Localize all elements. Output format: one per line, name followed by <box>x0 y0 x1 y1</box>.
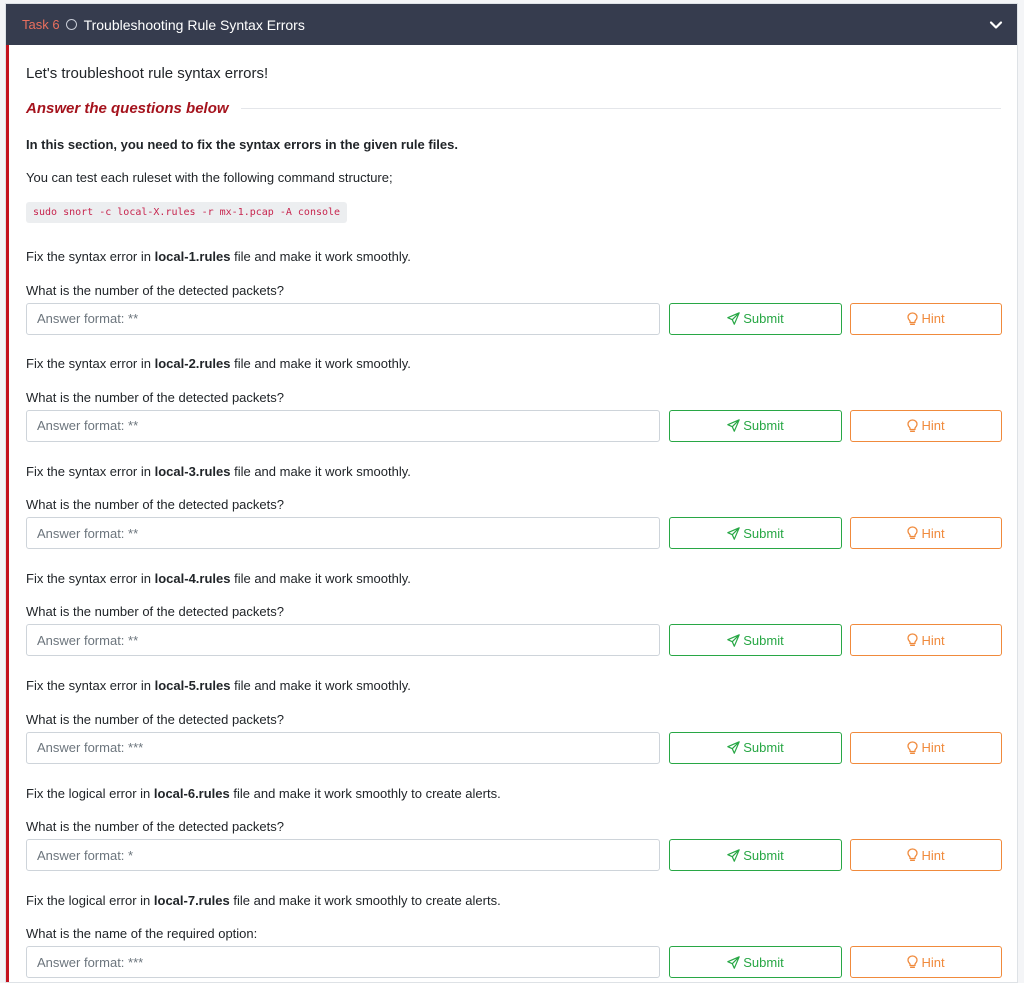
task-body: Let's troubleshoot rule syntax errors! A… <box>6 45 1017 982</box>
hint-label: Hint <box>921 954 945 970</box>
answer-input[interactable] <box>26 839 660 871</box>
lightbulb-icon <box>907 848 919 861</box>
hint-label: Hint <box>921 418 945 434</box>
question-instruction: Fix the syntax error in local-3.rules fi… <box>26 464 411 479</box>
submit-button[interactable]: Submit <box>669 409 842 442</box>
question-instruction: Fix the syntax error in local-5.rules fi… <box>26 678 411 693</box>
question-instruction: Fix the syntax error in local-1.rules fi… <box>26 249 411 264</box>
instruction-post: file and make it work smoothly. <box>230 356 411 372</box>
instruction-pre: Fix the syntax error in <box>26 678 155 694</box>
instruction-pre: Fix the syntax error in <box>26 356 155 372</box>
task-card: Task 6 Troubleshooting Rule Syntax Error… <box>5 3 1018 983</box>
hint-button[interactable]: Hint <box>850 302 1002 335</box>
question-instruction: Fix the syntax error in local-4.rules fi… <box>26 571 411 586</box>
instruction-post: file and make it work smoothly to create… <box>229 785 501 801</box>
question-text: What is the number of the detected packe… <box>26 711 284 727</box>
submit-label: Submit <box>743 418 784 434</box>
rule-file-name: local-2.rules <box>154 356 231 372</box>
task-intro: Let's troubleshoot rule syntax errors! <box>26 65 269 82</box>
rule-file-name: local-6.rules <box>153 785 230 801</box>
question-instruction: Fix the logical error in local-7.rules f… <box>26 893 501 908</box>
paper-plane-icon <box>727 526 741 540</box>
command-note: You can test each ruleset with the follo… <box>26 170 393 185</box>
hint-button[interactable]: Hint <box>850 624 1002 657</box>
instruction-pre: Fix the logical error in <box>26 785 154 801</box>
hint-button[interactable]: Hint <box>850 839 1002 871</box>
rule-file-name: local-7.rules <box>153 892 230 908</box>
instruction-post: file and make it work smoothly. <box>230 463 411 479</box>
answer-input[interactable] <box>26 731 660 764</box>
submit-label: Submit <box>743 311 784 326</box>
hint-button[interactable]: Hint <box>850 517 1002 550</box>
question-instruction: Fix the logical error in local-6.rules f… <box>26 786 501 801</box>
paper-plane-icon <box>727 419 741 433</box>
hint-button[interactable]: Hint <box>850 409 1002 442</box>
submit-button[interactable]: Submit <box>669 517 842 550</box>
instruction-post: file and make it work smoothly. <box>230 678 411 694</box>
instruction-pre: Fix the logical error in <box>26 892 154 908</box>
answer-input[interactable] <box>26 946 660 979</box>
section-note: In this section, you need to fix the syn… <box>26 137 458 152</box>
rule-file-name: local-5.rules <box>154 678 231 694</box>
task-title: Troubleshooting Rule Syntax Errors <box>83 16 305 33</box>
hint-label: Hint <box>921 311 945 326</box>
hint-label: Hint <box>921 525 945 541</box>
answer-input[interactable] <box>26 517 660 550</box>
lightbulb-icon <box>907 311 919 325</box>
question-text: What is the number of the detected packe… <box>26 604 284 620</box>
submit-button[interactable]: Submit <box>669 839 842 871</box>
hint-label: Hint <box>921 847 945 863</box>
chevron-down-icon[interactable] <box>989 18 1003 32</box>
instruction-pre: Fix the syntax error in <box>26 570 155 586</box>
heading-divider <box>240 108 1001 109</box>
question-text: What is the number of the detected packe… <box>26 819 284 834</box>
paper-plane-icon <box>727 634 741 647</box>
submit-button[interactable]: Submit <box>669 946 842 979</box>
rule-file-name: local-3.rules <box>154 463 231 479</box>
submit-label: Submit <box>743 632 784 648</box>
answer-heading: Answer the questions below <box>26 100 1001 117</box>
rule-file-name: local-1.rules <box>154 249 231 264</box>
paper-plane-icon <box>727 956 741 969</box>
hint-button[interactable]: Hint <box>850 731 1002 764</box>
answer-heading-text: Answer the questions below <box>26 100 229 117</box>
answer-input[interactable] <box>26 302 660 335</box>
instruction-pre: Fix the syntax error in <box>26 463 155 479</box>
question-instruction: Fix the syntax error in local-2.rules fi… <box>26 356 411 371</box>
submit-label: Submit <box>743 525 784 541</box>
lightbulb-icon <box>907 419 919 432</box>
lightbulb-icon <box>907 526 919 540</box>
lightbulb-icon <box>907 633 919 647</box>
instruction-post: file and make it work smoothly. <box>230 249 411 264</box>
submit-button[interactable]: Submit <box>669 624 842 657</box>
command-code: sudo snort -c local-X.rules -r mx-1.pcap… <box>26 202 348 223</box>
answer-input[interactable] <box>26 409 660 442</box>
paper-plane-icon <box>727 848 741 862</box>
submit-button[interactable]: Submit <box>669 731 842 764</box>
instruction-post: file and make it work smoothly. <box>230 570 411 586</box>
submit-label: Submit <box>743 954 784 970</box>
instruction-post: file and make it work smoothly to create… <box>229 892 501 908</box>
submit-button[interactable]: Submit <box>669 302 842 335</box>
answer-input[interactable] <box>26 624 660 657</box>
lightbulb-icon <box>907 955 919 969</box>
submit-label: Submit <box>743 847 784 863</box>
question-text: What is the number of the detected packe… <box>26 497 284 513</box>
hint-button[interactable]: Hint <box>850 946 1002 979</box>
question-text: What is the number of the detected packe… <box>26 282 284 298</box>
hint-label: Hint <box>921 740 945 756</box>
question-text: What is the number of the detected packe… <box>26 389 284 405</box>
paper-plane-icon <box>727 312 741 325</box>
submit-label: Submit <box>743 740 784 756</box>
question-text: What is the name of the required option: <box>26 926 258 942</box>
rule-file-name: local-4.rules <box>154 570 231 586</box>
task-status-circle-icon <box>65 19 77 30</box>
paper-plane-icon <box>727 741 741 754</box>
task-header[interactable]: Task 6 Troubleshooting Rule Syntax Error… <box>6 4 1017 45</box>
task-number: Task 6 <box>22 17 60 32</box>
lightbulb-icon <box>907 741 919 754</box>
instruction-pre: Fix the syntax error in <box>26 249 155 264</box>
hint-label: Hint <box>921 632 945 648</box>
